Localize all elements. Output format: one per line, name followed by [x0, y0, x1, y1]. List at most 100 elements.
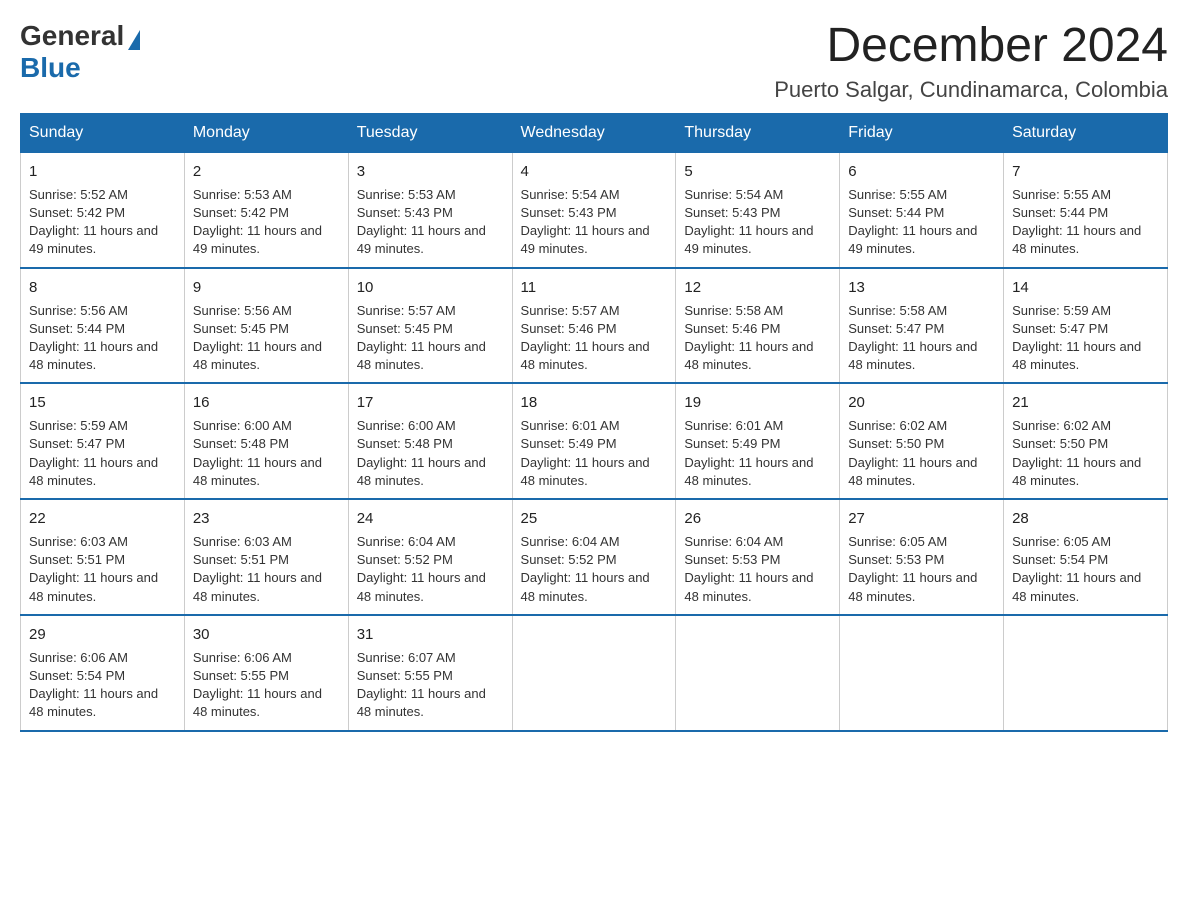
- day-number: 9: [193, 277, 340, 298]
- day-info: Sunrise: 5:52 AMSunset: 5:42 PMDaylight:…: [29, 187, 158, 257]
- calendar-body: 1Sunrise: 5:52 AMSunset: 5:42 PMDaylight…: [21, 152, 1168, 730]
- week-row-5: 29Sunrise: 6:06 AMSunset: 5:54 PMDayligh…: [21, 615, 1168, 731]
- calendar-cell: 1Sunrise: 5:52 AMSunset: 5:42 PMDaylight…: [21, 152, 185, 267]
- day-number: 10: [357, 277, 504, 298]
- day-info: Sunrise: 6:05 AMSunset: 5:54 PMDaylight:…: [1012, 534, 1141, 604]
- day-info: Sunrise: 6:01 AMSunset: 5:49 PMDaylight:…: [521, 418, 650, 488]
- calendar-cell: 23 Sunrise: 6:03 AMSunset: 5:51 PMDayligh…: [184, 499, 348, 615]
- header-friday: Friday: [840, 113, 1004, 152]
- calendar-cell: [840, 615, 1004, 731]
- day-number: 15: [29, 392, 176, 413]
- day-number: 23: [193, 508, 340, 529]
- day-number: 6: [848, 161, 995, 182]
- day-number: 29: [29, 624, 176, 645]
- calendar-cell: 24Sunrise: 6:04 AMSunset: 5:52 PMDayligh…: [348, 499, 512, 615]
- calendar-cell: 4 Sunrise: 5:54 AMSunset: 5:43 PMDaylight…: [512, 152, 676, 267]
- logo: General Blue: [20, 20, 142, 84]
- calendar-cell: 31Sunrise: 6:07 AMSunset: 5:55 PMDayligh…: [348, 615, 512, 731]
- day-info: Sunrise: 6:00 AMSunset: 5:48 PMDaylight:…: [357, 418, 486, 488]
- calendar-cell: [512, 615, 676, 731]
- calendar-title: December 2024: [774, 20, 1168, 73]
- logo-general-text: General: [20, 20, 124, 52]
- day-number: 16: [193, 392, 340, 413]
- calendar-cell: 18Sunrise: 6:01 AMSunset: 5:49 PMDayligh…: [512, 383, 676, 499]
- day-info: Sunrise: 5:53 AMSunset: 5:42 PMDaylight:…: [193, 187, 322, 257]
- day-number: 3: [357, 161, 504, 182]
- day-info: Sunrise: 5:55 AMSunset: 5:44 PMDaylight:…: [1012, 187, 1141, 257]
- logo-blue-text: Blue: [20, 52, 81, 84]
- calendar-cell: 25Sunrise: 6:04 AMSunset: 5:52 PMDayligh…: [512, 499, 676, 615]
- day-number: 25: [521, 508, 668, 529]
- header-wednesday: Wednesday: [512, 113, 676, 152]
- calendar-cell: 30 Sunrise: 6:06 AMSunset: 5:55 PMDayligh…: [184, 615, 348, 731]
- day-info: Sunrise: 5:53 AMSunset: 5:43 PMDaylight:…: [357, 187, 486, 257]
- day-info: Sunrise: 6:01 AMSunset: 5:49 PMDaylight:…: [684, 418, 813, 488]
- header-tuesday: Tuesday: [348, 113, 512, 152]
- title-section: December 2024 Puerto Salgar, Cundinamarc…: [774, 20, 1168, 103]
- header-saturday: Saturday: [1004, 113, 1168, 152]
- day-number: 11: [521, 277, 668, 298]
- day-number: 27: [848, 508, 995, 529]
- calendar-cell: 19 Sunrise: 6:01 AMSunset: 5:49 PMDayligh…: [676, 383, 840, 499]
- day-info: Sunrise: 5:59 AMSunset: 5:47 PMDaylight:…: [29, 418, 158, 488]
- calendar-cell: 2 Sunrise: 5:53 AMSunset: 5:42 PMDaylight…: [184, 152, 348, 267]
- day-info: Sunrise: 6:06 AMSunset: 5:55 PMDaylight:…: [193, 650, 322, 720]
- calendar-cell: 9 Sunrise: 5:56 AMSunset: 5:45 PMDaylight…: [184, 268, 348, 384]
- day-info: Sunrise: 5:54 AMSunset: 5:43 PMDaylight:…: [521, 187, 650, 257]
- day-info: Sunrise: 6:03 AMSunset: 5:51 PMDaylight:…: [193, 534, 322, 604]
- calendar-cell: 13 Sunrise: 5:58 AMSunset: 5:47 PMDayligh…: [840, 268, 1004, 384]
- header-sunday: Sunday: [21, 113, 185, 152]
- calendar-cell: 22 Sunrise: 6:03 AMSunset: 5:51 PMDayligh…: [21, 499, 185, 615]
- calendar-table: SundayMondayTuesdayWednesdayThursdayFrid…: [20, 113, 1168, 732]
- day-info: Sunrise: 5:55 AMSunset: 5:44 PMDaylight:…: [848, 187, 977, 257]
- day-info: Sunrise: 5:56 AMSunset: 5:45 PMDaylight:…: [193, 303, 322, 373]
- calendar-cell: 3 Sunrise: 5:53 AMSunset: 5:43 PMDaylight…: [348, 152, 512, 267]
- day-number: 22: [29, 508, 176, 529]
- day-number: 19: [684, 392, 831, 413]
- day-number: 2: [193, 161, 340, 182]
- calendar-cell: 14Sunrise: 5:59 AMSunset: 5:47 PMDayligh…: [1004, 268, 1168, 384]
- day-info: Sunrise: 6:04 AMSunset: 5:53 PMDaylight:…: [684, 534, 813, 604]
- day-number: 21: [1012, 392, 1159, 413]
- day-number: 13: [848, 277, 995, 298]
- day-info: Sunrise: 6:03 AMSunset: 5:51 PMDaylight:…: [29, 534, 158, 604]
- day-info: Sunrise: 5:57 AMSunset: 5:46 PMDaylight:…: [521, 303, 650, 373]
- calendar-cell: 16 Sunrise: 6:00 AMSunset: 5:48 PMDayligh…: [184, 383, 348, 499]
- day-info: Sunrise: 5:57 AMSunset: 5:45 PMDaylight:…: [357, 303, 486, 373]
- day-number: 8: [29, 277, 176, 298]
- day-info: Sunrise: 5:54 AMSunset: 5:43 PMDaylight:…: [684, 187, 813, 257]
- week-row-2: 8 Sunrise: 5:56 AMSunset: 5:44 PMDaylight…: [21, 268, 1168, 384]
- calendar-cell: 27Sunrise: 6:05 AMSunset: 5:53 PMDayligh…: [840, 499, 1004, 615]
- calendar-cell: 6 Sunrise: 5:55 AMSunset: 5:44 PMDaylight…: [840, 152, 1004, 267]
- day-number: 14: [1012, 277, 1159, 298]
- day-number: 20: [848, 392, 995, 413]
- day-info: Sunrise: 5:58 AMSunset: 5:46 PMDaylight:…: [684, 303, 813, 373]
- day-number: 5: [684, 161, 831, 182]
- calendar-cell: 5 Sunrise: 5:54 AMSunset: 5:43 PMDaylight…: [676, 152, 840, 267]
- calendar-cell: 7Sunrise: 5:55 AMSunset: 5:44 PMDaylight…: [1004, 152, 1168, 267]
- day-info: Sunrise: 6:00 AMSunset: 5:48 PMDaylight:…: [193, 418, 322, 488]
- calendar-cell: 10 Sunrise: 5:57 AMSunset: 5:45 PMDayligh…: [348, 268, 512, 384]
- page-header: General Blue December 2024 Puerto Salgar…: [20, 20, 1168, 103]
- calendar-cell: 20 Sunrise: 6:02 AMSunset: 5:50 PMDayligh…: [840, 383, 1004, 499]
- day-info: Sunrise: 6:02 AMSunset: 5:50 PMDaylight:…: [1012, 418, 1141, 488]
- day-info: Sunrise: 6:04 AMSunset: 5:52 PMDaylight:…: [357, 534, 486, 604]
- week-row-1: 1Sunrise: 5:52 AMSunset: 5:42 PMDaylight…: [21, 152, 1168, 267]
- calendar-cell: 11 Sunrise: 5:57 AMSunset: 5:46 PMDayligh…: [512, 268, 676, 384]
- day-number: 12: [684, 277, 831, 298]
- day-info: Sunrise: 5:56 AMSunset: 5:44 PMDaylight:…: [29, 303, 158, 373]
- day-number: 30: [193, 624, 340, 645]
- header-row: SundayMondayTuesdayWednesdayThursdayFrid…: [21, 113, 1168, 152]
- day-number: 4: [521, 161, 668, 182]
- calendar-cell: 28Sunrise: 6:05 AMSunset: 5:54 PMDayligh…: [1004, 499, 1168, 615]
- calendar-cell: [1004, 615, 1168, 731]
- calendar-cell: [676, 615, 840, 731]
- day-info: Sunrise: 5:58 AMSunset: 5:47 PMDaylight:…: [848, 303, 977, 373]
- calendar-cell: 15 Sunrise: 5:59 AMSunset: 5:47 PMDayligh…: [21, 383, 185, 499]
- calendar-header: SundayMondayTuesdayWednesdayThursdayFrid…: [21, 113, 1168, 152]
- day-info: Sunrise: 6:02 AMSunset: 5:50 PMDaylight:…: [848, 418, 977, 488]
- day-info: Sunrise: 6:07 AMSunset: 5:55 PMDaylight:…: [357, 650, 486, 720]
- day-number: 17: [357, 392, 504, 413]
- calendar-cell: 8 Sunrise: 5:56 AMSunset: 5:44 PMDaylight…: [21, 268, 185, 384]
- day-number: 26: [684, 508, 831, 529]
